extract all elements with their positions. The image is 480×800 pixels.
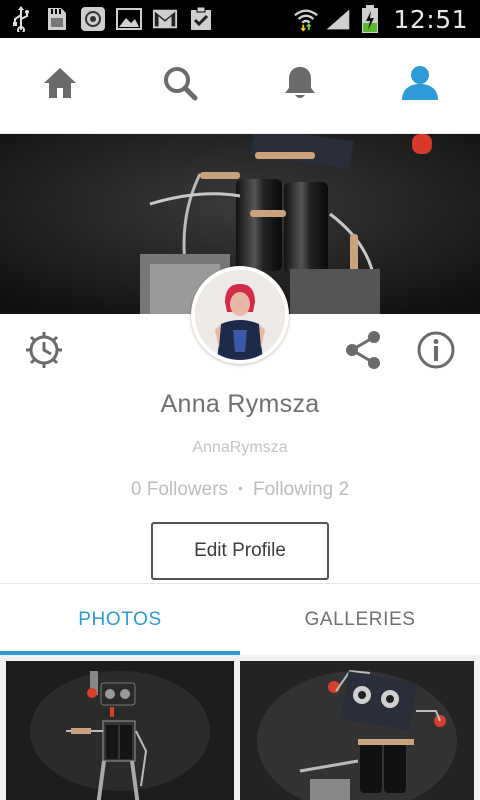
battery-charging-icon <box>357 5 383 33</box>
avatar-photo <box>195 270 285 360</box>
follow-stats: 0 Followers • Following 2 <box>0 479 480 501</box>
info-button[interactable] <box>414 330 458 374</box>
share-button[interactable] <box>341 330 385 374</box>
edit-profile-button[interactable]: Edit Profile <box>151 522 329 580</box>
status-bar: 12:51 <box>0 0 480 38</box>
profile-name: Anna Rymsza <box>160 390 320 418</box>
following-count[interactable]: Following 2 <box>253 479 349 500</box>
stats-separator: • <box>238 480 243 496</box>
top-navigation <box>0 38 480 134</box>
profile-avatar[interactable] <box>191 266 289 364</box>
nav-home[interactable] <box>20 46 100 126</box>
settings-button[interactable] <box>22 330 66 374</box>
status-system-icons: 12:51 <box>293 0 468 38</box>
followers-count[interactable]: 0 Followers <box>131 479 228 500</box>
usb-icon <box>8 6 34 32</box>
share-icon <box>344 330 382 375</box>
sync-icon <box>80 6 106 32</box>
nav-search[interactable] <box>140 46 220 126</box>
profile-username: AnnaRymsza <box>192 439 288 456</box>
photo-thumbnail[interactable] <box>240 661 474 800</box>
photo-thumbnail[interactable] <box>6 661 234 800</box>
bell-icon <box>283 65 317 106</box>
tab-galleries[interactable]: GALLERIES <box>240 584 480 655</box>
status-clock: 12:51 <box>393 4 468 34</box>
nav-notifications[interactable] <box>260 46 340 126</box>
info-icon <box>416 330 456 375</box>
sd-card-icon <box>44 6 70 32</box>
photo-grid <box>0 655 480 800</box>
status-notification-icons <box>0 6 214 32</box>
tab-photos[interactable]: PHOTOS <box>0 584 240 655</box>
search-icon <box>162 65 198 106</box>
image-icon <box>116 6 142 32</box>
signal-icon <box>325 6 351 32</box>
wifi-icon <box>293 6 319 32</box>
gmail-icon <box>152 6 178 32</box>
gear-icon <box>24 330 64 375</box>
home-icon <box>42 65 78 106</box>
nav-profile[interactable] <box>380 46 460 126</box>
user-icon <box>400 65 440 106</box>
clipboard-check-icon <box>188 6 214 32</box>
profile-tabs: PHOTOS GALLERIES <box>0 583 480 655</box>
